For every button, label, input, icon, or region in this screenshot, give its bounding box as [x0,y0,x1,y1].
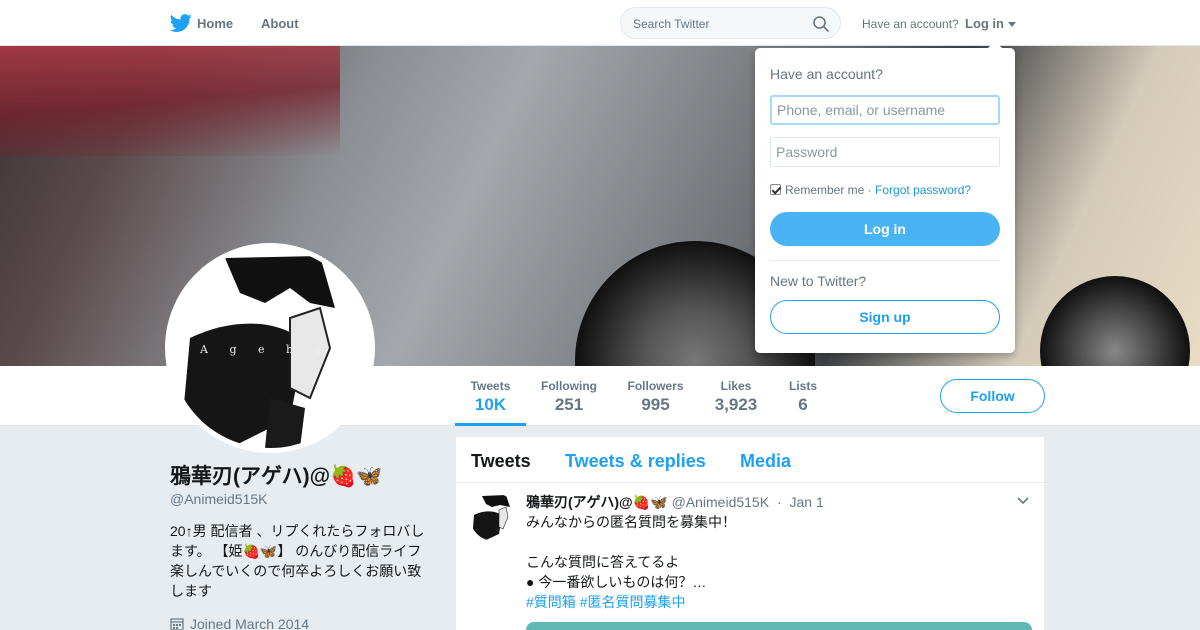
avatar-illustration: A g e h a [170,248,370,448]
hashtag-link[interactable]: #匿名質問募集中 [580,594,686,610]
tab-media[interactable]: Media [740,451,791,472]
remember-me-label[interactable]: Remember me [785,183,864,197]
stat-label: Lists [788,379,817,393]
tab-tweets-replies[interactable]: Tweets & replies [565,451,706,472]
remember-me-row: Remember me · Forgot password? [770,183,971,197]
remember-me-checkbox[interactable] [770,184,781,195]
search-box [620,7,841,39]
dropdown-arrow [987,41,1003,49]
tweet-author-name[interactable]: 鴉華刃(アゲハ)@🍓🦋 [526,494,668,510]
tweet-text: みんなからの匿名質問を募集中！ こんな質問に答えてるよ ● 今一番欲しいものは何… [526,512,1026,612]
search-input[interactable] [633,15,803,33]
profile-bio: 20↑男 配信者 、リプくれたらフォロバします。 【姫🍓🦋】 のんびり配信ライフ… [170,523,425,599]
chevron-down-icon[interactable] [1017,497,1029,505]
tweet[interactable]: 鴉華刃(アゲハ)@🍓🦋 @Animeid515K · Jan 1 みんなからの匿名… [456,483,1044,630]
stat-value: 10K [474,395,507,414]
tweet-date[interactable]: Jan 1 [790,494,824,510]
twitter-bird-icon[interactable] [170,12,192,34]
calendar-icon [170,618,184,630]
stat-label: Tweets [470,379,511,393]
forgot-password-link[interactable]: Forgot password? [875,183,971,197]
new-to-twitter-text: New to Twitter? [770,273,867,289]
avatar-illustration [470,493,518,541]
stat-value: 251 [554,395,584,414]
tweet-line: ● 今一番欲しいものは何？… [526,574,707,590]
timeline-tabs: Tweets Tweets & replies Media [456,437,1044,483]
nav-about-link[interactable]: About [261,16,299,31]
password-field[interactable] [770,137,1000,167]
timeline: Tweets Tweets & replies Media 鴉華刃(アゲハ)@🍓… [456,437,1044,630]
chevron-down-icon[interactable] [1008,22,1016,27]
login-dropdown-toggle[interactable]: Log in [965,16,1004,31]
joined-date: Joined March 2014 [170,616,309,630]
profile-avatar[interactable]: A g e h a [165,243,375,453]
follow-button[interactable]: Follow [940,379,1045,413]
hashtag-link[interactable]: #質問箱 [526,594,576,610]
stat-followers[interactable]: Followers 995 [622,366,689,426]
stat-value: 995 [641,395,670,414]
stat-value: 3,923 [714,395,758,414]
tweet-line: こんな質問に答えてるよ [526,554,680,570]
tweet-avatar[interactable] [470,493,518,541]
stat-label: Likes [720,379,752,393]
divider [770,260,1000,261]
nav-home-link[interactable]: Home [197,16,233,31]
banner-taillight [0,46,340,156]
tweet-separator: · [776,494,782,510]
tweet-header: 鴉華刃(アゲハ)@🍓🦋 @Animeid515K · Jan 1 [526,492,824,512]
tab-tweets[interactable]: Tweets [471,451,531,472]
login-heading: Have an account? [770,66,883,82]
top-navigation-bar: Home About Have an account? Log in [0,0,1200,46]
avatar-text: A g e h a [199,343,330,356]
login-button[interactable]: Log in [770,212,1000,246]
login-dropdown: Have an account? Remember me · Forgot pa… [755,41,1015,353]
stat-label: Followers [627,379,684,393]
joined-text: Joined March 2014 [190,616,310,630]
stat-label: Following [541,379,597,393]
tweet-media-card[interactable] [526,622,1032,630]
tweet-line: みんなからの匿名質問を募集中！ [526,514,736,530]
have-account-text: Have an account? [862,17,959,31]
stat-lists[interactable]: Lists 6 [784,366,822,426]
profile-handle[interactable]: @Animeid515K [170,491,268,507]
stat-likes[interactable]: Likes 3,923 [708,366,764,426]
stat-tweets[interactable]: Tweets 10K [455,366,526,426]
search-icon[interactable] [812,15,830,33]
banner-wheel-rear [1040,276,1190,366]
profile-name: 鴉華刃(アゲハ)@🍓🦋 [170,465,383,488]
username-field[interactable] [770,95,1000,125]
remember-separator: · [867,183,872,197]
stat-following[interactable]: Following 251 [536,366,602,426]
signup-button[interactable]: Sign up [770,300,1000,334]
tweet-author-handle[interactable]: @Animeid515K [672,494,770,510]
stat-value: 6 [798,395,808,414]
